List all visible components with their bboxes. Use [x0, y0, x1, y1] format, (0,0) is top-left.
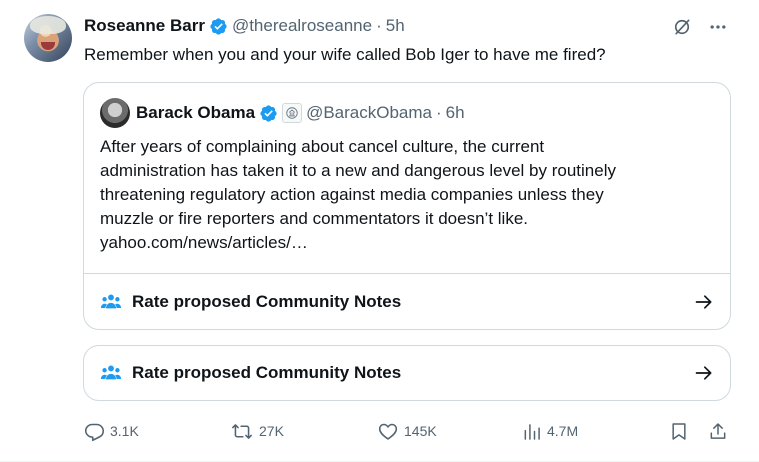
community-notes-label: Rate proposed Community Notes: [132, 363, 402, 382]
like-count: 145K: [404, 423, 437, 439]
tweet-time[interactable]: 5h: [386, 16, 405, 36]
tweet-header: Roseanne Barr @therealroseanne · 5h: [84, 15, 405, 37]
more-icon[interactable]: [707, 16, 729, 38]
views-button[interactable]: 4.7M: [522, 420, 578, 442]
author-name[interactable]: Roseanne Barr: [84, 16, 205, 36]
quoted-avatar[interactable]: [100, 98, 130, 128]
view-count: 4.7M: [547, 423, 579, 439]
arrow-right-icon: [694, 292, 714, 312]
grok-icon[interactable]: [671, 16, 693, 38]
retweet-count: 27K: [259, 423, 284, 439]
quoted-text-line: After years of complaining about cancel …: [100, 137, 545, 156]
quoted-header: Barack Obama @BarackObama · 6h: [136, 102, 465, 124]
arrow-right-icon: [694, 363, 714, 383]
views-icon: [522, 421, 542, 442]
author-handle[interactable]: @therealroseanne: [232, 16, 372, 36]
people-icon: [100, 291, 122, 313]
reply-icon: [84, 421, 105, 442]
people-icon: [100, 362, 122, 384]
avatar[interactable]: [24, 14, 72, 62]
quoted-tweet[interactable]: Barack Obama @BarackObama · 6h After yea…: [83, 82, 731, 330]
tweet[interactable]: Roseanne Barr @therealroseanne · 5h Reme…: [0, 0, 759, 462]
share-icon: [708, 421, 728, 442]
government-seal-icon[interactable]: [282, 103, 303, 123]
tweet-text: Remember when you and your wife called B…: [84, 45, 606, 64]
community-notes-button[interactable]: Rate proposed Community Notes: [83, 345, 731, 401]
verified-badge-icon[interactable]: [209, 17, 228, 36]
quoted-text-line: threatening regulatory action against me…: [100, 185, 604, 204]
quoted-author-name[interactable]: Barack Obama: [136, 103, 255, 123]
quoted-link[interactable]: yahoo.com/news/articles/…: [100, 231, 720, 255]
verified-badge-icon[interactable]: [259, 104, 278, 123]
reply-button[interactable]: 3.1K: [84, 420, 139, 442]
like-button[interactable]: 145K: [377, 420, 437, 442]
reply-count: 3.1K: [110, 423, 139, 439]
quoted-text-line: muzzle or fire reporters and commentator…: [100, 209, 529, 228]
heart-icon: [377, 421, 399, 442]
bookmark-button[interactable]: [669, 420, 689, 442]
tweet-actions: 3.1K 27K 145K 4.7M: [84, 420, 730, 442]
retweet-icon: [230, 421, 254, 442]
share-button[interactable]: [708, 420, 728, 442]
quoted-text: After years of complaining about cancel …: [100, 135, 720, 255]
quoted-author-handle[interactable]: @BarackObama: [306, 103, 432, 123]
tweet-top-actions: [671, 16, 729, 38]
retweet-button[interactable]: 27K: [230, 420, 284, 442]
bookmark-icon: [669, 421, 689, 442]
separator-dot: ·: [436, 103, 442, 122]
quoted-time[interactable]: 6h: [446, 103, 465, 123]
quoted-community-notes-button[interactable]: Rate proposed Community Notes: [84, 274, 730, 330]
quoted-text-line: administration has taken it to a new and…: [100, 161, 616, 180]
separator-dot: ·: [376, 16, 382, 35]
community-notes-label: Rate proposed Community Notes: [132, 292, 402, 311]
